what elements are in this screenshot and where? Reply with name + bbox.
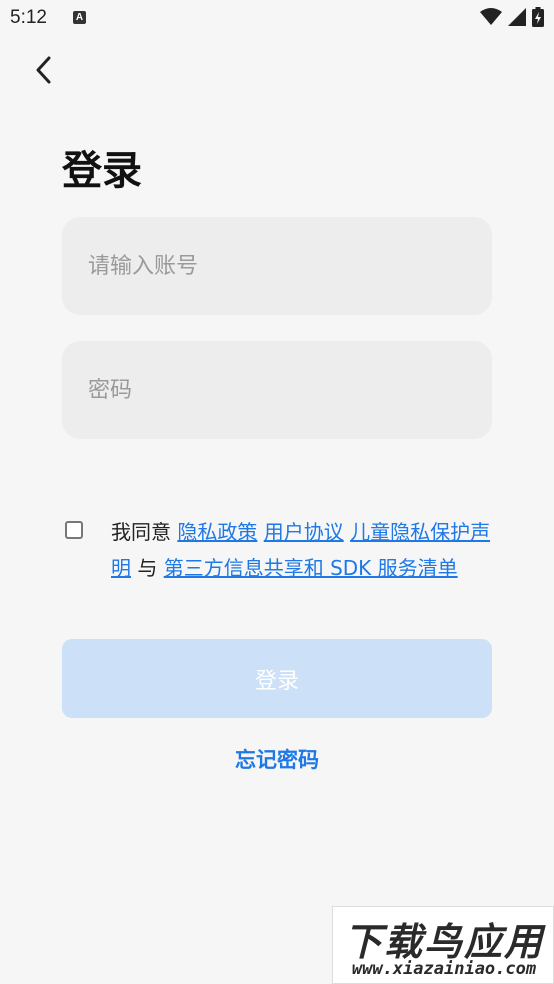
wifi-icon	[480, 8, 502, 25]
forgot-password-link[interactable]: 忘记密码	[0, 744, 554, 774]
password-input[interactable]	[88, 377, 492, 403]
watermark-title: 下载鸟应用	[343, 920, 544, 964]
watermark-logo: 下载鸟应用 www.xiazainiao.com	[332, 906, 554, 984]
chevron-left-icon	[36, 56, 51, 84]
agreement-text: 我同意 隐私政策 用户协议 儿童隐私保护声明 与 第三方信息共享和 SDK 服务…	[111, 514, 501, 586]
login-button[interactable]: 登录	[62, 639, 492, 718]
status-bar: 5:12 A	[0, 0, 554, 38]
status-time: 5:12	[10, 7, 47, 28]
agreement-checkbox[interactable]	[65, 521, 83, 539]
battery-icon	[532, 7, 544, 27]
back-button[interactable]	[26, 52, 60, 88]
signal-icon	[508, 8, 526, 26]
user-agreement-link[interactable]: 用户协议	[264, 520, 344, 544]
privacy-policy-link[interactable]: 隐私政策	[177, 520, 257, 544]
account-field-container[interactable]	[62, 217, 492, 315]
status-icons	[480, 7, 544, 27]
agreement-prefix: 我同意	[111, 520, 178, 544]
notification-icon: A	[73, 11, 86, 24]
watermark-url: www.xiazainiao.com	[351, 959, 537, 979]
account-input[interactable]	[88, 253, 492, 279]
password-field-container[interactable]	[62, 341, 492, 439]
third-party-sdk-link[interactable]: 第三方信息共享和 SDK 服务清单	[164, 556, 458, 580]
page-title: 登录	[62, 148, 142, 194]
agreement-connector: 与	[131, 556, 164, 580]
